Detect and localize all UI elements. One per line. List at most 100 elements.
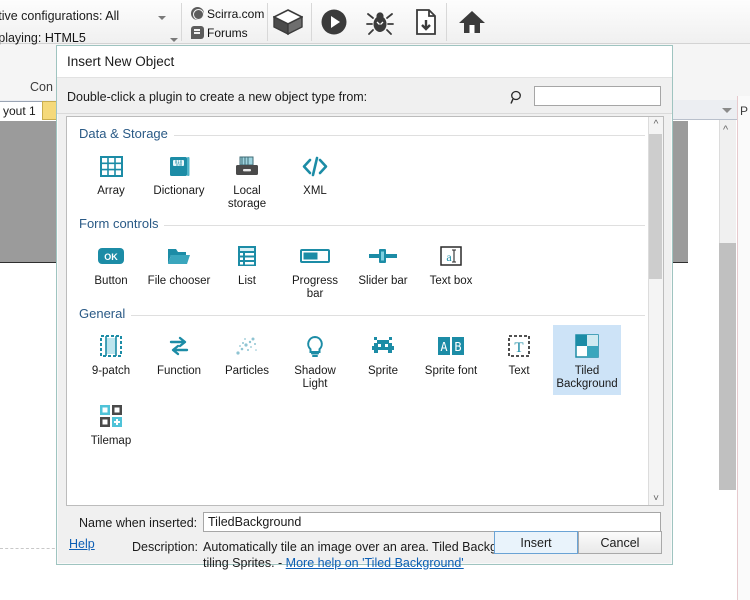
insert-button[interactable]: Insert <box>494 531 578 554</box>
background-properties-label: P <box>740 104 749 118</box>
displaying-label: splaying: <box>0 31 42 45</box>
plugin-label: Slider bar <box>358 275 408 287</box>
plugin-item-dictionary[interactable]: 010 100 Dictionary <box>145 145 213 215</box>
group-items: Array 010 100 Dictionary Local storage X… <box>67 145 663 215</box>
svg-text:OK: OK <box>104 252 118 262</box>
help-link[interactable]: Help <box>69 537 95 551</box>
plugin-label: Local storage <box>227 185 267 210</box>
plugin-item-text[interactable]: T Text <box>485 325 553 395</box>
svg-text:B: B <box>454 340 461 354</box>
active-configurations-value: All <box>105 9 120 23</box>
search-input-wrapper[interactable] <box>534 86 661 106</box>
plugin-label: Progress bar <box>291 275 339 300</box>
nine-patch-icon <box>99 331 123 361</box>
plugin-item-array[interactable]: Array <box>77 145 145 215</box>
toolbar-separator-1 <box>181 3 182 41</box>
more-help-link[interactable]: More help on 'Tiled Background' <box>286 556 464 570</box>
plugin-item-progress-bar[interactable]: Progress bar <box>281 235 349 305</box>
plugin-item-button[interactable]: OK Button <box>77 235 145 305</box>
list-icon <box>236 241 258 271</box>
plugin-label: Particles <box>224 365 270 377</box>
group-title: Form controls <box>79 216 165 231</box>
shadow-light-bulb-icon <box>304 331 326 361</box>
scirra-com-label: Scirra.com <box>207 6 265 21</box>
toolbar-separator-4 <box>446 3 447 41</box>
dialog-title: Insert New Object <box>67 54 175 69</box>
plugin-item-tilemap[interactable]: Tilemap <box>77 395 145 452</box>
dialog-instruction: Double-click a plugin to create a new ob… <box>67 90 368 104</box>
plugin-item-slider-bar[interactable]: Slider bar <box>349 235 417 305</box>
tiled-background-icon <box>574 331 600 361</box>
tilemap-icon <box>98 401 124 431</box>
sprite-invader-icon <box>370 331 396 361</box>
slider-bar-icon <box>368 241 398 271</box>
scroll-up-icon[interactable]: ^ <box>651 120 661 130</box>
export-file-icon[interactable] <box>410 6 442 38</box>
plugin-item-list[interactable]: List <box>213 235 281 305</box>
plugin-label: Function <box>156 365 202 377</box>
text-t-icon: T <box>507 331 531 361</box>
background-layout-tab[interactable]: yout 1 <box>0 101 43 120</box>
progress-bar-icon <box>300 241 330 271</box>
plugin-label: Shadow Light <box>294 365 336 390</box>
background-panel-label: Con <box>30 80 53 94</box>
scroll-down-icon[interactable]: ˅ <box>651 494 661 504</box>
plugin-item-9-patch[interactable]: 9-patch <box>77 325 145 395</box>
plugin-item-local-storage[interactable]: Local storage <box>213 145 281 215</box>
active-configurations-row[interactable]: ctive configurations: All <box>0 9 119 23</box>
plugin-label: List <box>238 275 256 287</box>
group-header: Form controls <box>67 215 663 235</box>
group-header: General <box>67 305 663 325</box>
plugin-label: File chooser <box>147 275 211 287</box>
background-scroll-up-icon[interactable]: ^ <box>723 125 728 136</box>
box-icon[interactable] <box>272 6 304 38</box>
plugin-item-sprite[interactable]: Sprite <box>349 325 417 395</box>
plugin-item-particles[interactable]: Particles <box>213 325 281 395</box>
function-arrows-icon <box>167 331 191 361</box>
plugin-label: Sprite font <box>424 365 478 377</box>
search-input[interactable] <box>535 87 660 105</box>
description-label: Description: <box>132 540 198 554</box>
plugin-item-text-box[interactable]: a Text box <box>417 235 485 305</box>
plugin-item-tiled-background[interactable]: Tiled Background <box>553 325 621 395</box>
group-items: 9-patch Function Particles Shadow Light … <box>67 325 663 395</box>
active-configurations-label: ctive configurations: <box>0 9 103 23</box>
background-dropdown-caret-icon[interactable] <box>722 108 732 113</box>
group-rule <box>79 315 645 316</box>
cancel-button[interactable]: Cancel <box>578 531 662 554</box>
folder-open-icon <box>166 241 192 271</box>
plugin-item-xml[interactable]: XML <box>281 145 349 215</box>
background-properties-panel <box>737 96 750 600</box>
forum-icon <box>191 26 204 39</box>
group-items: OK Button File chooser List Progress bar… <box>67 235 663 305</box>
plugin-item-shadow-light[interactable]: Shadow Light <box>281 325 349 395</box>
name-input-wrapper[interactable] <box>203 512 661 532</box>
search-icon <box>510 90 525 110</box>
active-configurations-caret-icon[interactable] <box>158 16 166 20</box>
plugin-list-scrollbar-thumb[interactable] <box>649 134 662 279</box>
name-when-inserted-input[interactable] <box>204 513 660 531</box>
ok-button-icon: OK <box>97 241 125 271</box>
screen: Con yout 1 ^ P ctive configurations: All… <box>0 0 750 600</box>
plugin-label: Button <box>94 275 128 287</box>
forums-link[interactable]: Forums <box>188 23 264 42</box>
debug-bug-icon[interactable] <box>364 6 396 38</box>
plugin-label: Tiled Background <box>556 365 618 390</box>
dictionary-book-icon: 010 100 <box>167 151 192 181</box>
home-icon[interactable] <box>456 6 488 38</box>
plugin-item-function[interactable]: Function <box>145 325 213 395</box>
group-items-row2: Tilemap <box>67 395 663 452</box>
plugin-label: 9-patch <box>91 365 131 377</box>
displaying-caret-icon[interactable] <box>170 38 178 42</box>
displaying-row[interactable]: splaying: HTML5 <box>0 31 86 45</box>
plugin-item-file-chooser[interactable]: File chooser <box>145 235 213 305</box>
background-scrollbar-thumb[interactable] <box>719 243 736 490</box>
play-icon[interactable] <box>318 6 350 38</box>
background-divider <box>0 548 60 549</box>
name-when-inserted-label: Name when inserted: <box>79 516 198 530</box>
plugin-item-sprite-font[interactable]: A B Sprite font <box>417 325 485 395</box>
svg-text:100: 100 <box>174 162 182 167</box>
insert-new-object-dialog: Insert New Object Double-click a plugin … <box>56 45 673 570</box>
plugin-list-area: Data & Storage Array 010 100 Dictionary … <box>66 116 664 506</box>
scirra-com-link[interactable]: Scirra.com <box>188 4 264 23</box>
